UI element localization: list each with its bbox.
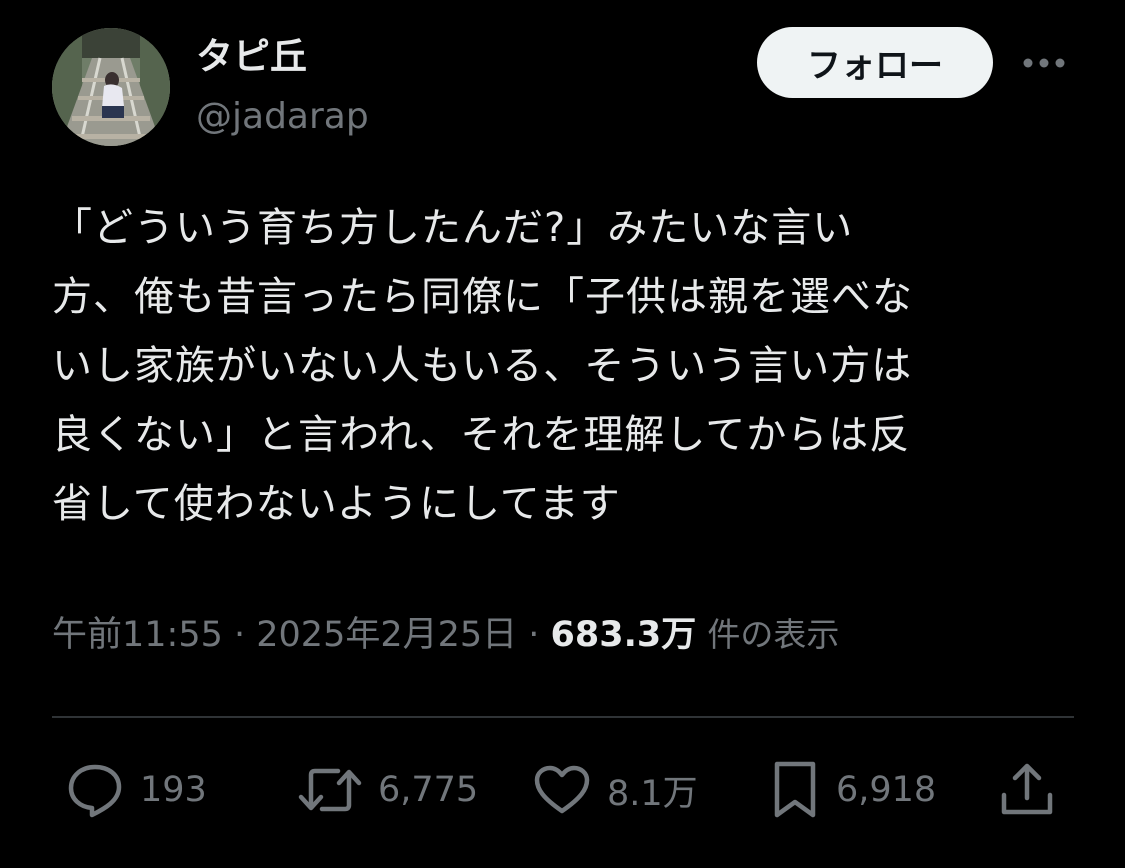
tweet-text-line: 方、俺も昔言ったら同僚に「子供は親を選べな [52,274,913,320]
share-icon [1001,763,1053,815]
avatar[interactable] [52,28,170,146]
tweet-date[interactable]: 2025年2月25日 [256,615,517,655]
divider [52,716,1074,718]
bookmark-icon [774,761,816,818]
tweet-metadata: 午前11:55 · 2025年2月25日 · 683.3万 件の表示 [52,612,839,658]
retweet-button[interactable]: 6,775 [298,760,478,820]
retweet-icon [298,768,362,812]
tweet-text-line: 「どういう育ち方したんだ?」みたいな言い [52,205,854,251]
meta-separator: · [222,615,257,655]
retweet-count: 6,775 [378,770,479,810]
bookmark-count: 6,918 [836,770,937,810]
tweet-time[interactable]: 午前11:55 [52,615,223,655]
meta-separator: · [517,615,551,655]
tweet-text-line: いし家族がいない人もいる、そういう言い方は [52,343,913,389]
railroad-photo-avatar [52,28,170,146]
like-count: 8.1万 [607,773,698,814]
views-count[interactable]: 683.3万 [551,615,697,655]
reply-count: 193 [140,770,207,810]
share-button[interactable] [998,760,1056,820]
heart-icon [534,765,590,814]
views-label: 件の表示 [707,615,840,654]
follow-button[interactable]: フォロー [757,27,993,98]
tweet-text-line: 省して使わないようにしてます [52,481,621,527]
more-horizontal-icon [1023,58,1065,68]
like-button[interactable]: 8.1万 [533,760,698,820]
reply-button[interactable]: 193 [66,760,207,820]
bookmark-button[interactable]: 6,918 [770,760,936,820]
reply-icon [68,764,122,818]
tweet-text: 「どういう育ち方したんだ?」みたいな言い 方、俺も昔言ったら同僚に「子供は親を選… [52,194,1062,539]
username-handle[interactable]: @jadarap [196,94,369,140]
display-name[interactable]: タピ丘 [196,34,307,80]
more-options-button[interactable] [1018,46,1070,80]
tweet-text-line: 良くない」と言われ、それを理解してからは反 [52,412,911,458]
